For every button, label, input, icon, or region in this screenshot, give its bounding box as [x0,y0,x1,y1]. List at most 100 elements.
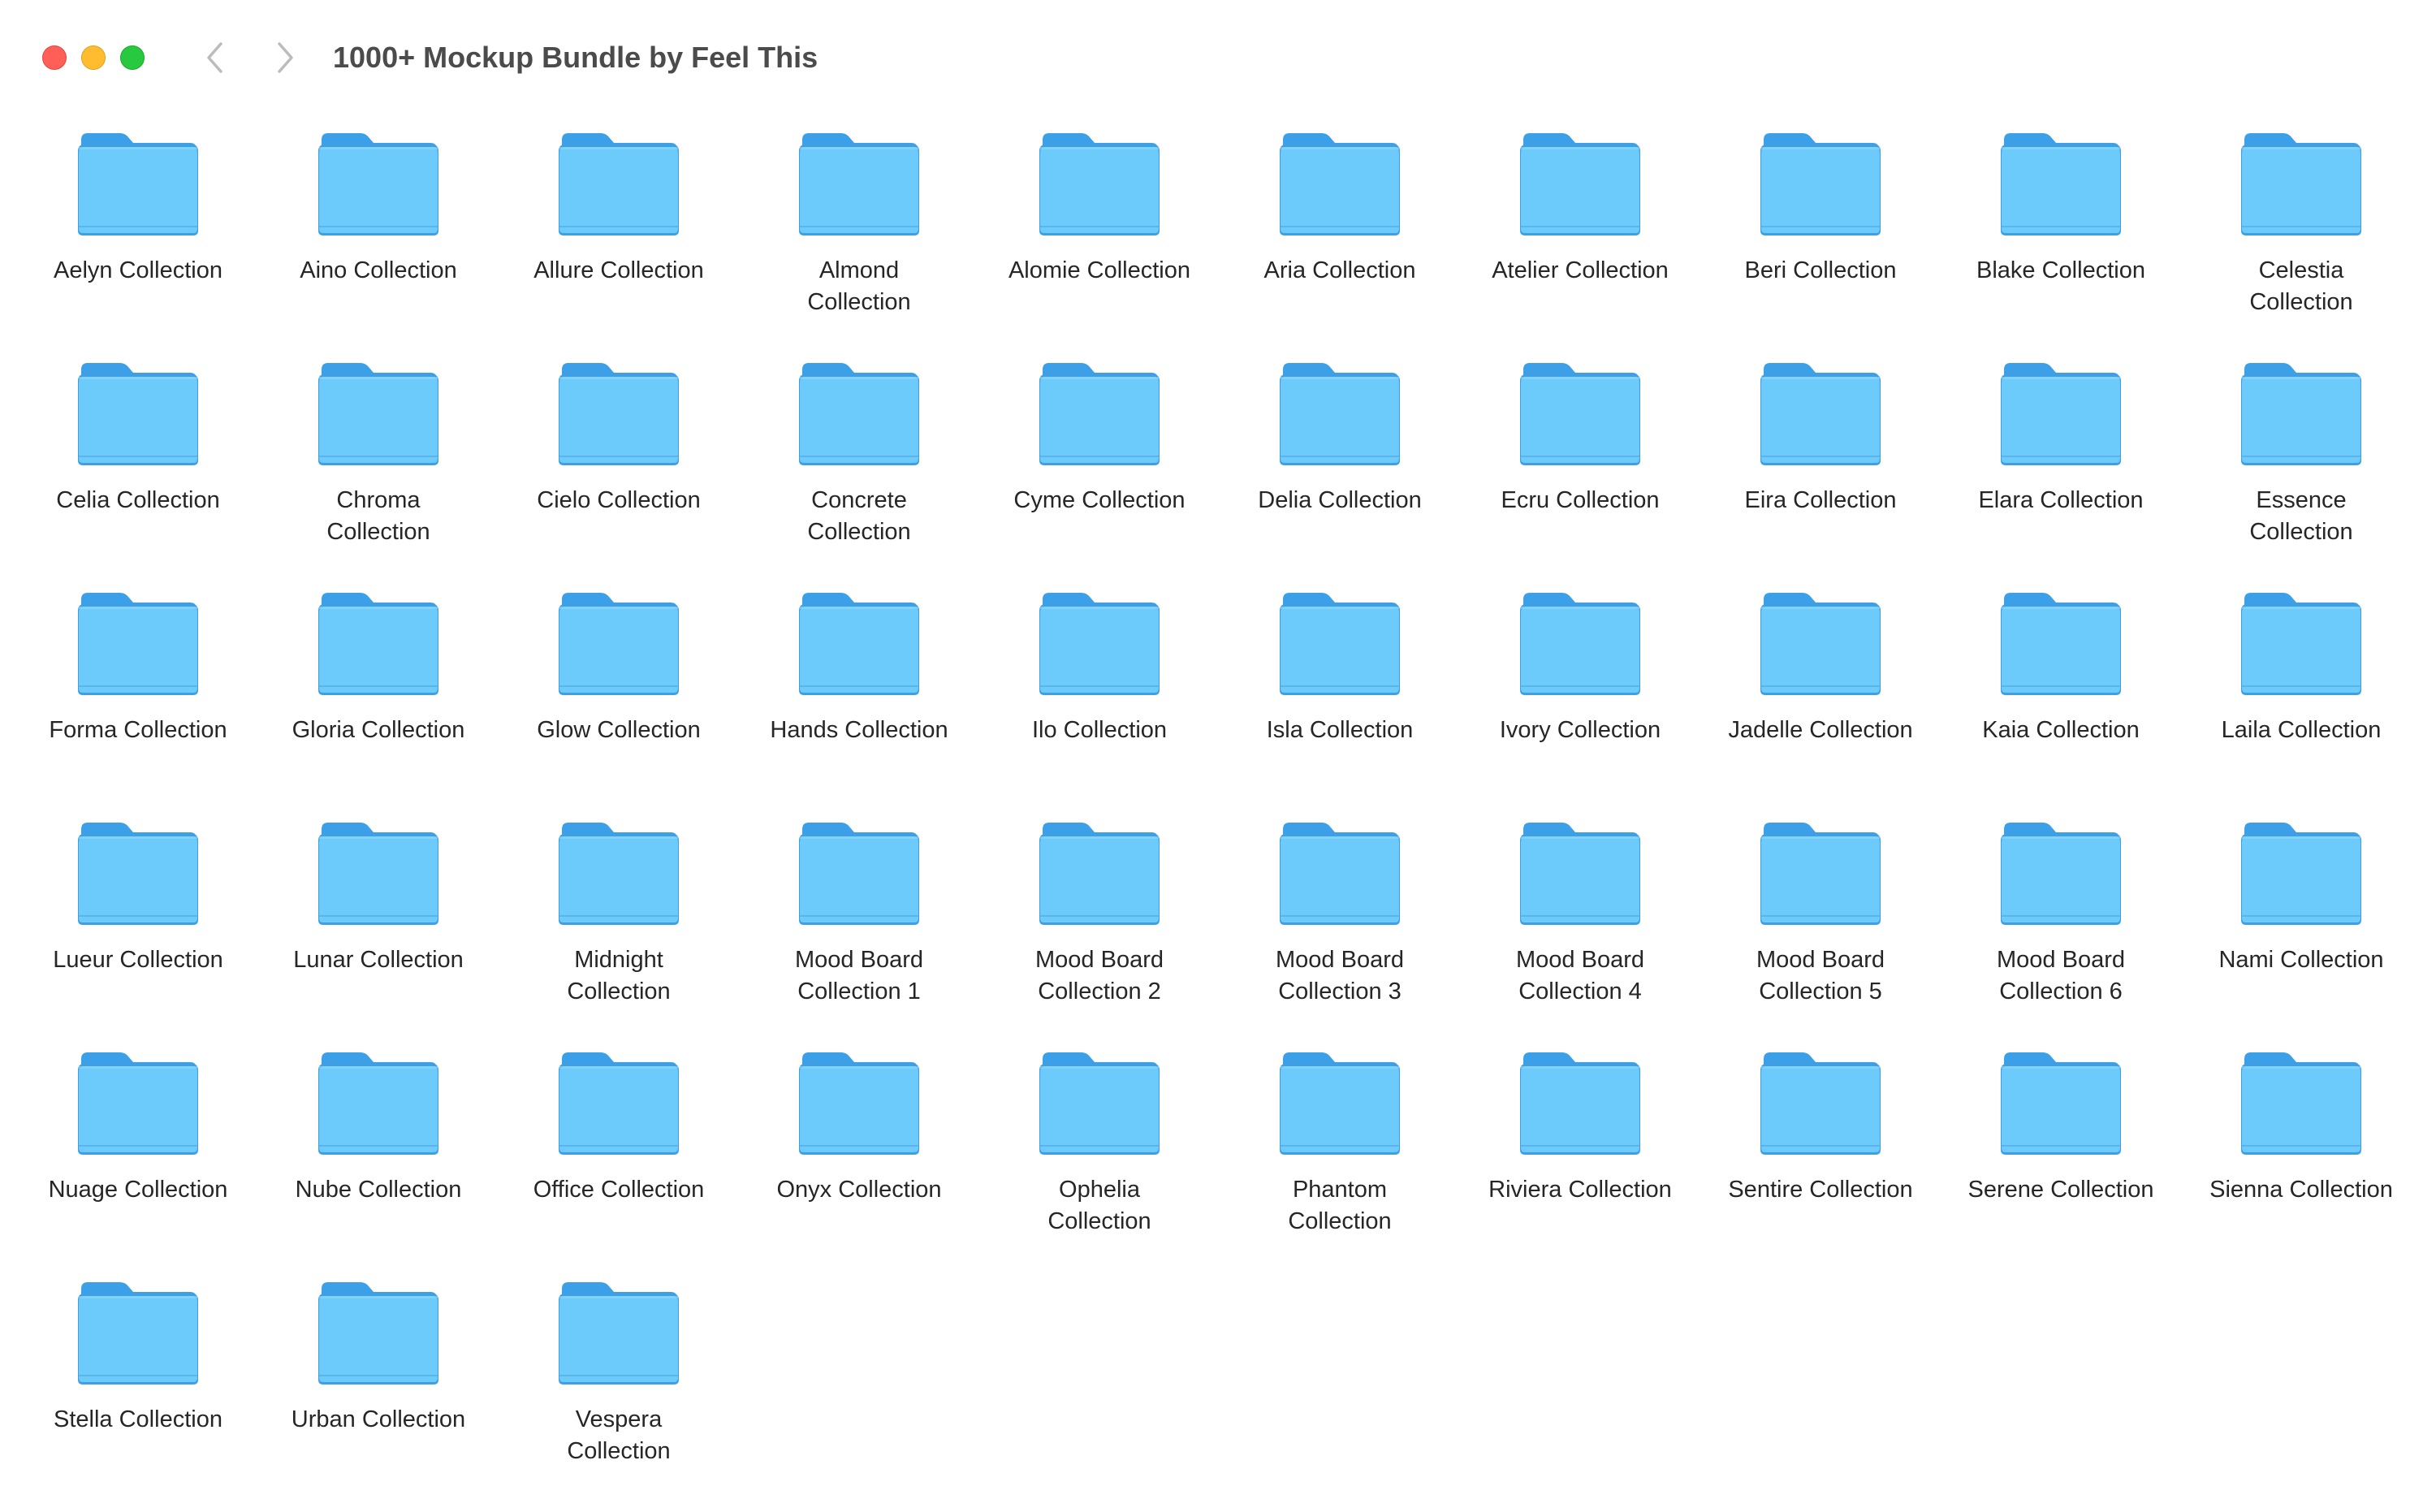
folder-label-line1: Mood Board [1035,947,1164,973]
folder-icon [1759,819,1882,928]
folder-item-19[interactable]: Essence Collection [2181,352,2421,581]
minimize-window-button[interactable] [81,45,106,70]
folder-item-38[interactable]: Mood Board Collection 6 [1941,811,2181,1041]
folder-label-line2: Collection [567,1438,671,1464]
folder-item-42[interactable]: Office Collection [499,1041,739,1271]
folder-item-52[interactable]: Vespera Collection [499,1271,739,1501]
folder-item-2[interactable]: Allure Collection [499,122,739,352]
folder-label-line1: Sentire Collection [1728,1177,1913,1203]
folder-label: Ophelia Collection [986,1174,1213,1238]
close-window-button[interactable] [42,45,67,70]
folder-label-line2: Collection 4 [1518,978,1642,1004]
folder-item-26[interactable]: Ivory Collection [1460,581,1700,811]
folder-label-line1: Gloria Collection [292,717,465,743]
folder-label-line1: Allure Collection [533,257,704,283]
folder-item-25[interactable]: Isla Collection [1220,581,1460,811]
folder-icon [76,360,200,469]
folder-item-21[interactable]: Gloria Collection [258,581,499,811]
folder-icon [76,1049,200,1158]
folder-item-14[interactable]: Cyme Collection [979,352,1220,581]
folder-item-27[interactable]: Jadelle Collection [1700,581,1941,811]
folder-label-line1: Elara Collection [1978,487,2144,513]
folder-item-48[interactable]: Serene Collection [1941,1041,2181,1271]
folder-item-13[interactable]: Concrete Collection [739,352,979,581]
folder-item-11[interactable]: Chroma Collection [258,352,499,581]
folder-item-47[interactable]: Sentire Collection [1700,1041,1941,1271]
folder-icon [1759,1049,1882,1158]
folder-item-49[interactable]: Sienna Collection [2181,1041,2421,1271]
folder-label: Ilo Collection [986,715,1213,746]
folder-item-40[interactable]: Nuage Collection [18,1041,258,1271]
folder-label-line2: Collection 6 [1999,978,2123,1004]
folder-item-18[interactable]: Elara Collection [1941,352,2181,581]
folder-icon [2239,590,2363,698]
folder-item-5[interactable]: Aria Collection [1220,122,1460,352]
folder-item-6[interactable]: Atelier Collection [1460,122,1700,352]
folder-item-31[interactable]: Lunar Collection [258,811,499,1041]
folder-label: Laila Collection [2188,715,2415,746]
folder-item-9[interactable]: Celestia Collection [2181,122,2421,352]
folder-item-3[interactable]: Almond Collection [739,122,979,352]
folder-item-30[interactable]: Lueur Collection [18,811,258,1041]
folder-label-line1: Office Collection [533,1177,705,1203]
folder-item-51[interactable]: Urban Collection [258,1271,499,1501]
folder-item-1[interactable]: Aino Collection [258,122,499,352]
folder-grid: Aelyn Collection Aino Collection Allure … [18,122,2421,1501]
folder-item-50[interactable]: Stella Collection [18,1271,258,1501]
folder-item-7[interactable]: Beri Collection [1700,122,1941,352]
folder-label-line1: Ivory Collection [1499,717,1661,743]
folder-item-20[interactable]: Forma Collection [18,581,258,811]
folder-label-line1: Mood Board [1516,947,1644,973]
folder-item-28[interactable]: Kaia Collection [1941,581,2181,811]
folder-item-12[interactable]: Cielo Collection [499,352,739,581]
folder-item-24[interactable]: Ilo Collection [979,581,1220,811]
folder-item-8[interactable]: Blake Collection [1941,122,2181,352]
folder-label: Mood Board Collection 5 [1707,944,1934,1008]
folder-label-line1: Mood Board [1997,947,2125,973]
folder-item-23[interactable]: Hands Collection [739,581,979,811]
folder-item-37[interactable]: Mood Board Collection 5 [1700,811,1941,1041]
folder-label-line2: Collection [1047,1208,1151,1234]
folder-label: Gloria Collection [265,715,492,746]
folder-label: Urban Collection [265,1404,492,1436]
folder-item-32[interactable]: Midnight Collection [499,811,739,1041]
folder-item-45[interactable]: Phantom Collection [1220,1041,1460,1271]
folder-icon [1038,1049,1161,1158]
folder-item-22[interactable]: Glow Collection [499,581,739,811]
folder-label-line1: Vespera [575,1406,663,1432]
back-button[interactable] [195,37,235,78]
folder-icon [1999,130,2123,239]
folder-item-17[interactable]: Eira Collection [1700,352,1941,581]
folder-item-0[interactable]: Aelyn Collection [18,122,258,352]
forward-button[interactable] [265,37,305,78]
folder-label-line1: Beri Collection [1744,257,1897,283]
folder-label-line1: Onyx Collection [776,1177,942,1203]
folder-item-15[interactable]: Delia Collection [1220,352,1460,581]
folder-item-36[interactable]: Mood Board Collection 4 [1460,811,1700,1041]
folder-item-29[interactable]: Laila Collection [2181,581,2421,811]
finder-window: 1000+ Mockup Bundle by Feel This Aelyn C… [0,0,2436,1512]
folder-label: Stella Collection [24,1404,252,1436]
folder-item-43[interactable]: Onyx Collection [739,1041,979,1271]
folder-item-39[interactable]: Nami Collection [2181,811,2421,1041]
folder-item-4[interactable]: Alomie Collection [979,122,1220,352]
folder-label: Ivory Collection [1466,715,1694,746]
folder-item-33[interactable]: Mood Board Collection 1 [739,811,979,1041]
zoom-window-button[interactable] [120,45,145,70]
folder-label-line1: Aelyn Collection [54,257,222,283]
folder-label-line1: Midnight [574,947,663,973]
folder-label-line1: Celia Collection [56,487,220,513]
folder-item-44[interactable]: Ophelia Collection [979,1041,1220,1271]
folder-icon [797,360,921,469]
folder-label-line1: Ophelia [1059,1177,1140,1203]
folder-label-line1: Mood Board [795,947,923,973]
chevron-left-icon [207,42,222,73]
folder-item-16[interactable]: Ecru Collection [1460,352,1700,581]
folder-item-41[interactable]: Nube Collection [258,1041,499,1271]
folder-item-35[interactable]: Mood Board Collection 3 [1220,811,1460,1041]
folder-item-34[interactable]: Mood Board Collection 2 [979,811,1220,1041]
folder-item-10[interactable]: Celia Collection [18,352,258,581]
folder-label: Nami Collection [2188,944,2415,976]
folder-label-line1: Cielo Collection [537,487,701,513]
folder-item-46[interactable]: Riviera Collection [1460,1041,1700,1271]
